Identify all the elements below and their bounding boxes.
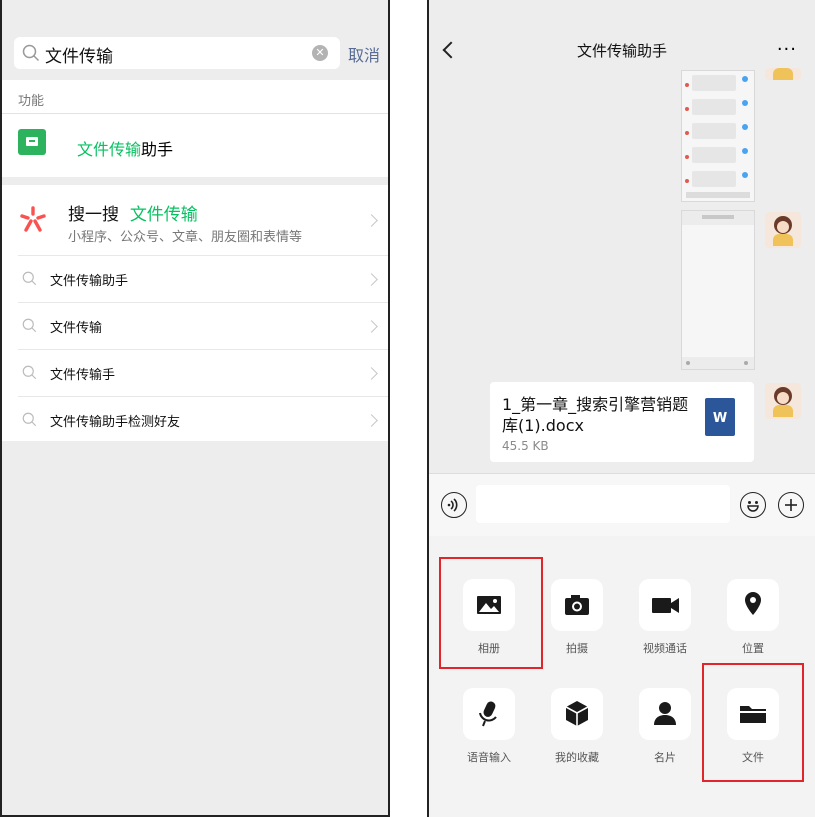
image-thumbnail xyxy=(682,211,754,369)
chat-title: 文件传输助手 xyxy=(576,42,667,60)
search-input[interactable]: 文件传输 ✕ xyxy=(14,37,340,69)
function-item-highlight: 文件传输 xyxy=(77,140,142,159)
suggestion-item[interactable]: 文件传输 xyxy=(2,303,388,349)
file-message[interactable]: 1_第一章_搜索引擎营销题库(1).docx 45.5 KB W xyxy=(490,382,754,462)
function-item-file-transfer[interactable]: 文件传输助手 xyxy=(77,136,173,160)
file-transfer-folder-icon xyxy=(18,129,46,155)
sousou-title: 搜一搜 文件传输 xyxy=(68,200,198,225)
sousou-keyword: 文件传输 xyxy=(129,205,198,225)
tile-label: 语音输入 xyxy=(467,751,511,764)
sousou-subtitle: 小程序、公众号、文章、朋友圈和表情等 xyxy=(68,230,303,245)
tile-label: 名片 xyxy=(654,751,676,764)
suggestion-item[interactable]: 文件传输手 xyxy=(2,350,388,396)
highlight-box-file xyxy=(702,663,804,782)
chevron-right-icon xyxy=(365,414,378,427)
cancel-button[interactable]: 取消 xyxy=(348,42,380,66)
function-item-rest: 助手 xyxy=(141,140,174,159)
search-icon xyxy=(22,44,40,62)
word-icon-letter: W xyxy=(712,411,728,426)
search-icon xyxy=(22,412,37,427)
voice-input-tile[interactable] xyxy=(463,688,515,740)
plus-icon[interactable] xyxy=(778,492,804,518)
chevron-right-icon xyxy=(365,367,378,380)
favorites-cube-icon xyxy=(565,701,589,726)
suggestion-text: 文件传输助手 xyxy=(50,274,129,289)
image-thumbnail xyxy=(685,75,750,198)
chevron-right-icon xyxy=(365,320,378,333)
chevron-right-icon xyxy=(365,214,378,227)
image-message[interactable] xyxy=(681,70,755,202)
contact-card-tile[interactable] xyxy=(639,688,691,740)
sousou-prefix: 搜一搜 xyxy=(68,205,119,225)
microphone-icon xyxy=(479,701,497,727)
video-call-tile[interactable] xyxy=(639,579,691,631)
function-section: 功能 文件传输助手 xyxy=(2,80,388,177)
chat-input-bar xyxy=(429,473,815,536)
suggestion-text: 文件传输手 xyxy=(50,368,116,383)
emoji-icon[interactable] xyxy=(740,492,766,518)
favorites-tile[interactable] xyxy=(551,688,603,740)
tile-label: 位置 xyxy=(742,642,764,655)
suggestion-text: 文件传输 xyxy=(50,321,103,336)
tile-label: 我的收藏 xyxy=(555,751,599,764)
search-icon xyxy=(22,271,37,286)
section-label: 功能 xyxy=(18,94,45,109)
chat-nav-bar: 文件传输助手 ··· xyxy=(429,0,815,72)
sousou-icon xyxy=(20,206,46,232)
avatar[interactable] xyxy=(765,68,801,80)
search-icon xyxy=(22,365,37,380)
clear-icon[interactable]: ✕ xyxy=(312,45,328,61)
voice-toggle-icon[interactable] xyxy=(441,492,467,518)
search-input-value: 文件传输 xyxy=(45,47,113,67)
video-call-icon xyxy=(652,598,679,613)
search-results: 搜一搜 文件传输 小程序、公众号、文章、朋友圈和表情等 文件传输助手 文件传输 … xyxy=(2,185,388,441)
highlight-box-album xyxy=(439,557,543,669)
more-icon[interactable]: ··· xyxy=(777,39,797,60)
search-icon xyxy=(22,318,37,333)
search-screen: 文件传输 ✕ 取消 功能 文件传输助手 搜一搜 文件传输 小程序、公众号、文章、… xyxy=(0,0,390,817)
chevron-right-icon xyxy=(365,273,378,286)
divider xyxy=(2,113,388,114)
camera-tile[interactable] xyxy=(551,579,603,631)
avatar[interactable] xyxy=(765,383,801,419)
avatar[interactable] xyxy=(765,212,801,248)
tile-label: 拍摄 xyxy=(566,642,588,655)
sousou-row[interactable]: 搜一搜 文件传输 小程序、公众号、文章、朋友圈和表情等 xyxy=(2,185,388,255)
word-document-icon: W xyxy=(705,398,735,436)
file-size: 45.5 KB xyxy=(502,439,549,453)
suggestion-item[interactable]: 文件传输助手检测好友 xyxy=(2,397,388,443)
image-message[interactable] xyxy=(681,210,755,370)
search-bar-row: 文件传输 ✕ 取消 xyxy=(2,0,388,78)
location-tile[interactable] xyxy=(727,579,779,631)
camera-icon xyxy=(565,595,589,615)
suggestion-text: 文件传输助手检测好友 xyxy=(50,415,181,430)
message-input[interactable] xyxy=(476,485,730,523)
file-name: 1_第一章_搜索引擎营销题库(1).docx xyxy=(502,395,689,435)
tile-label: 视频通话 xyxy=(643,642,687,655)
location-icon xyxy=(745,592,761,615)
suggestion-item[interactable]: 文件传输助手 xyxy=(2,256,388,302)
contact-card-icon xyxy=(654,702,676,725)
